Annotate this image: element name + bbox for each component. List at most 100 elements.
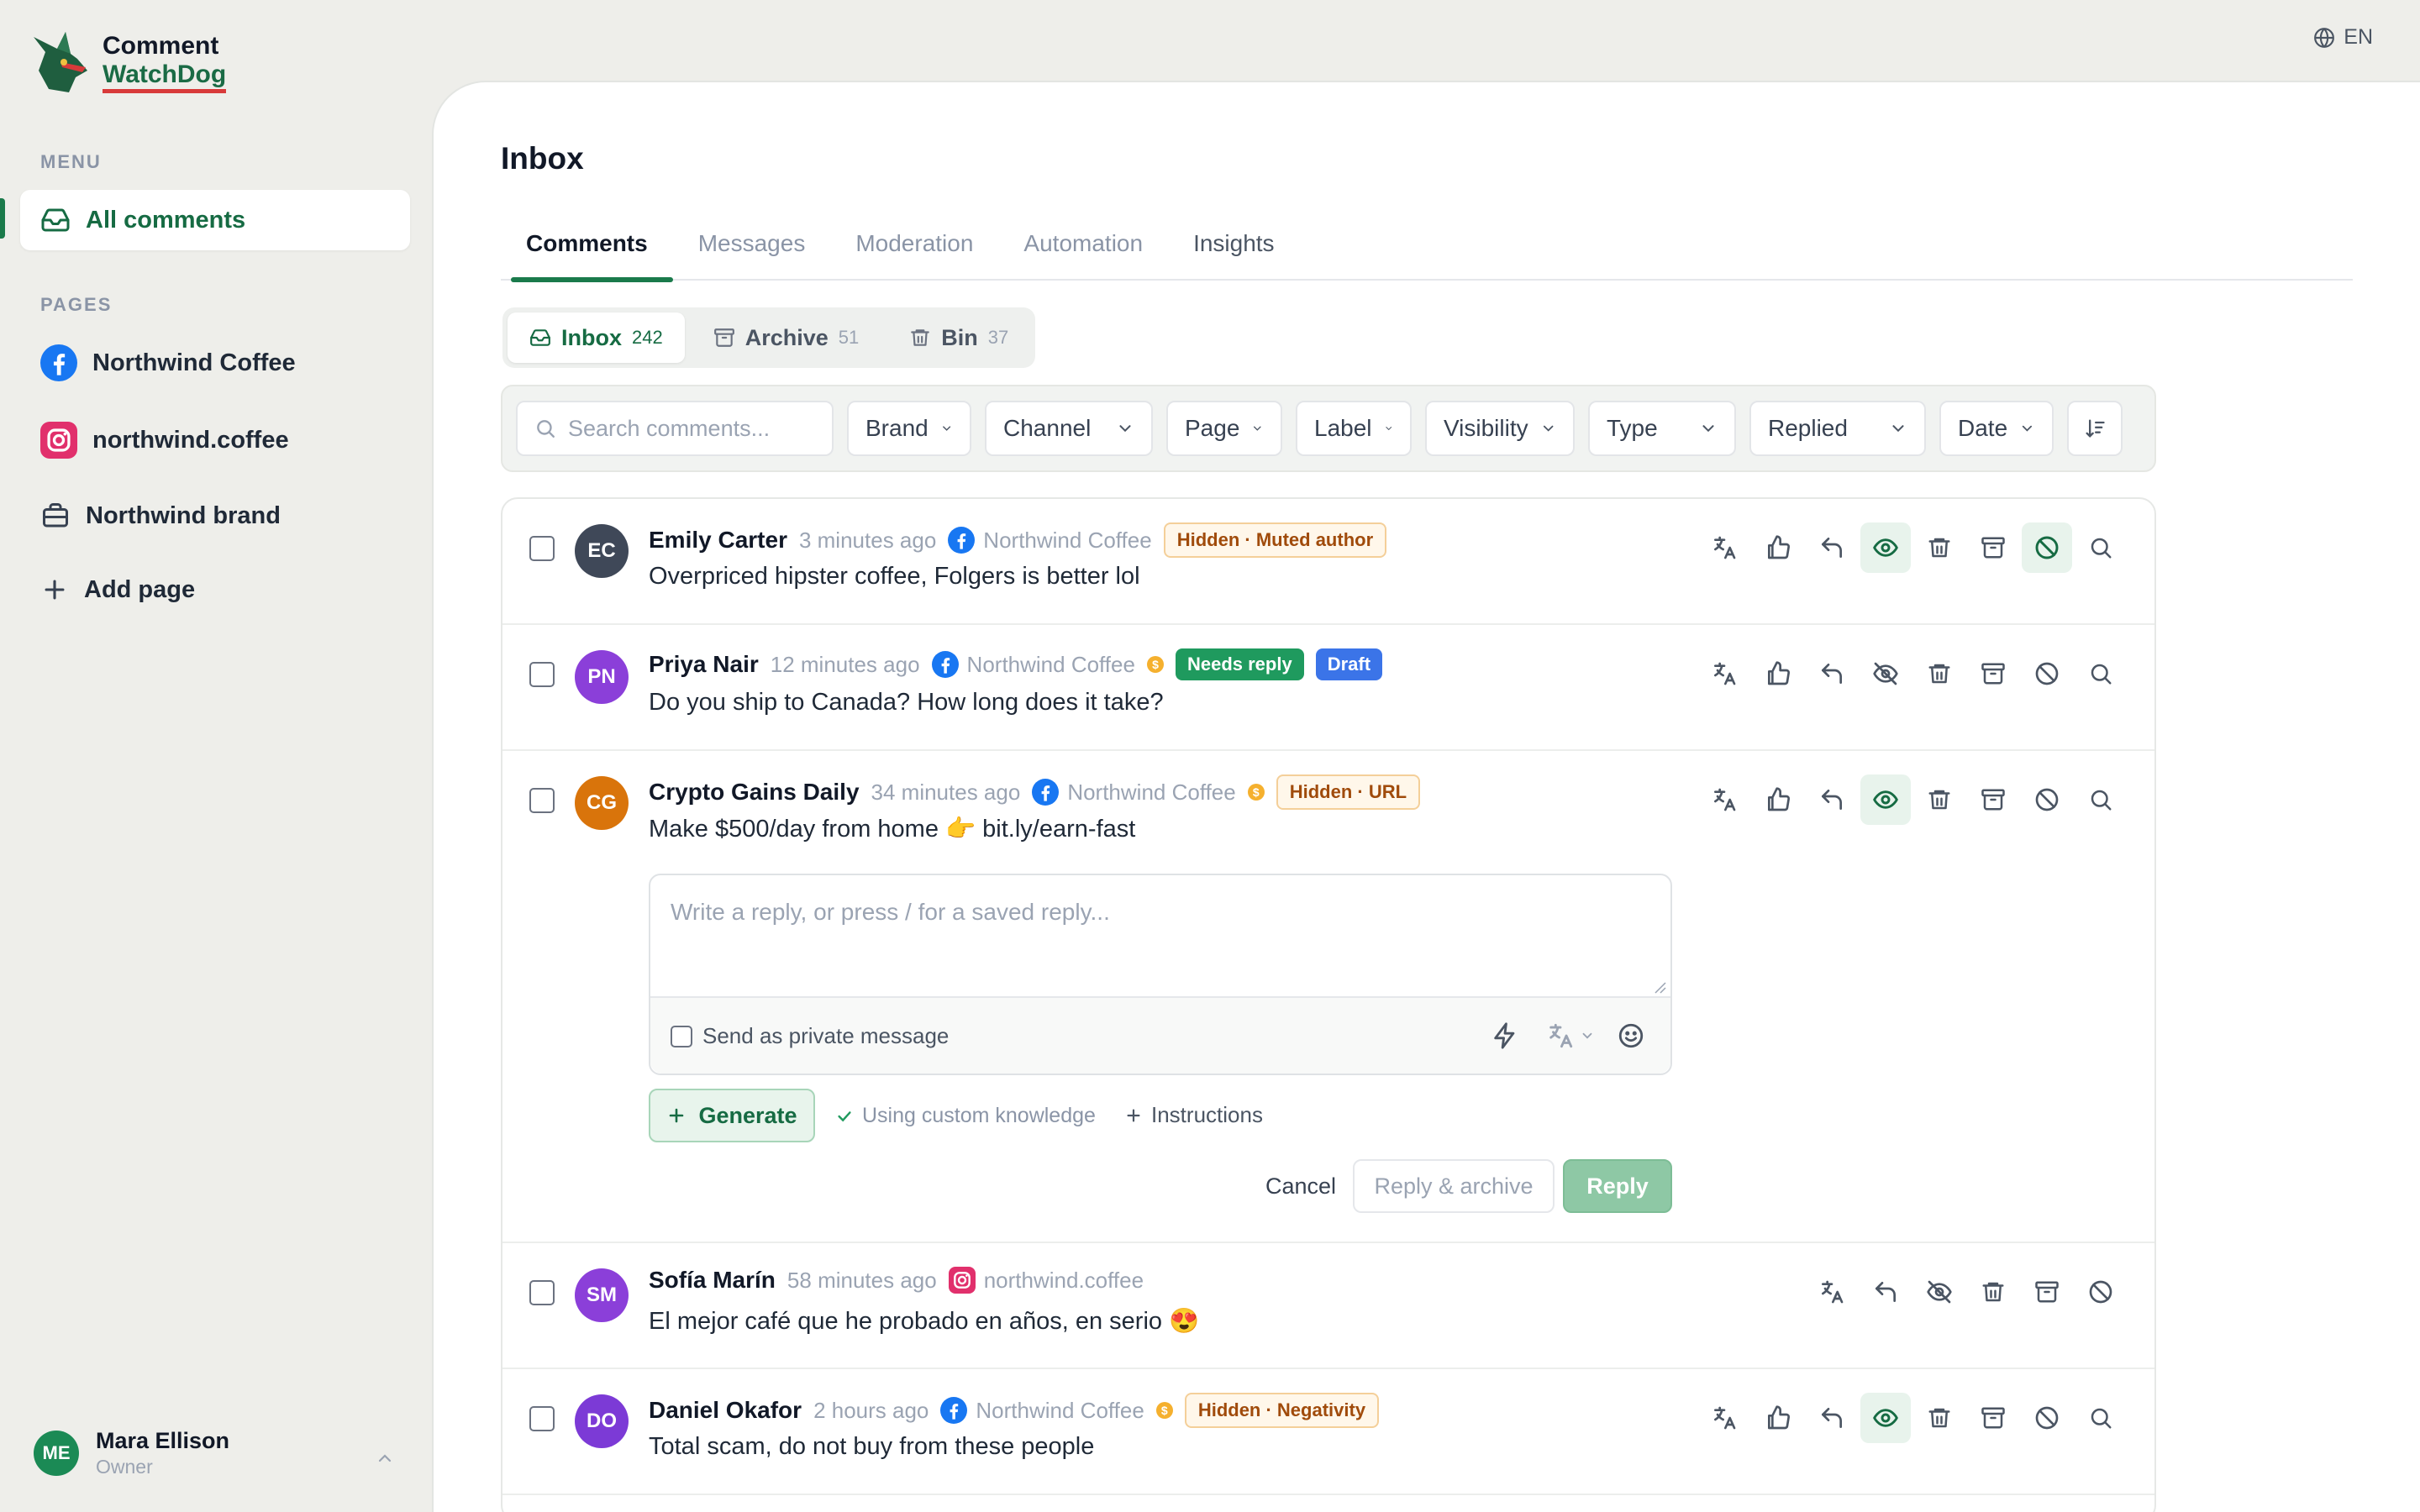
comment-page[interactable]: Northwind Coffee (1032, 779, 1236, 806)
reply-button[interactable] (1860, 1267, 1911, 1317)
hide-button[interactable] (1860, 648, 1911, 699)
filter-type[interactable]: Type (1588, 401, 1736, 456)
tab-messages[interactable]: Messages (673, 217, 831, 281)
language-switcher[interactable]: EN (2313, 25, 2373, 50)
inspect-button[interactable] (2075, 522, 2126, 573)
segment-archive[interactable]: Archive 51 (692, 312, 881, 363)
reply-button[interactable] (1807, 522, 1857, 573)
user-role: Owner (96, 1456, 153, 1478)
filter-replied[interactable]: Replied (1749, 401, 1926, 456)
translate-button[interactable] (1699, 648, 1749, 699)
translate-button[interactable] (1699, 522, 1749, 573)
translate-button[interactable] (1699, 1393, 1749, 1443)
emoji-icon[interactable] (1617, 1021, 1645, 1050)
instructions-button[interactable]: Instructions (1124, 1102, 1263, 1128)
reply-composer[interactable]: Write a reply, or press / for a saved re… (649, 874, 1672, 1075)
inspect-button[interactable] (2075, 1393, 2126, 1443)
delete-button[interactable] (1914, 648, 1965, 699)
like-button[interactable] (1753, 774, 1803, 825)
inspect-button[interactable] (2075, 774, 2126, 825)
translate-button[interactable] (1807, 1267, 1857, 1317)
app-logo[interactable]: Comment WatchDog (27, 29, 227, 96)
comment-author[interactable]: Priya Nair (649, 651, 759, 678)
cancel-button[interactable]: Cancel (1242, 1159, 1360, 1213)
filter-visibility[interactable]: Visibility (1425, 401, 1575, 456)
reply-submit-button[interactable]: Reply (1563, 1159, 1672, 1213)
comment-author[interactable]: Crypto Gains Daily (649, 779, 860, 806)
reply-button[interactable] (1807, 774, 1857, 825)
hide-button[interactable] (1914, 1267, 1965, 1317)
unhide-button[interactable] (1860, 1393, 1911, 1443)
segment-bin[interactable]: Bin 37 (887, 312, 1030, 363)
select-checkbox[interactable] (529, 662, 555, 687)
tab-automation[interactable]: Automation (998, 217, 1168, 281)
select-checkbox[interactable] (529, 1280, 555, 1305)
reply-archive-button[interactable]: Reply & archive (1353, 1159, 1555, 1213)
trash-icon (911, 329, 930, 346)
block-button[interactable] (2075, 1267, 2126, 1317)
tab-insights[interactable]: Insights (1168, 217, 1300, 281)
reply-button[interactable] (1807, 1393, 1857, 1443)
comment-page[interactable]: Northwind Coffee (931, 651, 1135, 678)
archive-button[interactable] (2022, 1267, 2072, 1317)
filter-page[interactable]: Page (1166, 401, 1282, 456)
like-button[interactable] (1753, 522, 1803, 573)
translate-dropdown[interactable] (1546, 1021, 1595, 1050)
archive-button[interactable] (1968, 522, 2018, 573)
tab-moderation[interactable]: Moderation (830, 217, 998, 281)
user-menu[interactable]: ME Mara Ellison Owner (34, 1428, 229, 1478)
like-button[interactable] (1753, 1393, 1803, 1443)
user-name: Mara Ellison (96, 1428, 230, 1453)
archive-button[interactable] (1968, 648, 2018, 699)
block-button[interactable] (2022, 648, 2072, 699)
comment-author[interactable]: Sofía Marín (649, 1267, 776, 1294)
unhide-button[interactable] (1860, 774, 1911, 825)
tab-comments[interactable]: Comments (501, 217, 673, 282)
unhide-button[interactable] (1860, 522, 1911, 573)
facebook-icon (1032, 779, 1060, 806)
private-message-checkbox[interactable] (671, 1025, 692, 1047)
globe-icon (2314, 27, 2335, 48)
comment-page[interactable]: Northwind Coffee (940, 1397, 1144, 1424)
archive-button[interactable] (1968, 774, 2018, 825)
lightning-icon[interactable] (1491, 1021, 1519, 1050)
select-checkbox[interactable] (529, 536, 555, 561)
filter-brand[interactable]: Brand (847, 401, 971, 456)
chevron-up-icon[interactable] (375, 1448, 395, 1468)
filter-date[interactable]: Date (1939, 401, 2054, 456)
comment-page[interactable]: Northwind Coffee (948, 527, 1152, 554)
archive-button[interactable] (1968, 1393, 2018, 1443)
translate-button[interactable] (1699, 774, 1749, 825)
block-button[interactable] (2022, 522, 2072, 573)
comment-page[interactable]: northwind.coffee (948, 1267, 1144, 1294)
knowledge-indicator: Using custom knowledge (835, 1104, 1096, 1128)
select-checkbox[interactable] (529, 788, 555, 813)
archive-icon (1981, 537, 2005, 559)
filter-channel[interactable]: Channel (985, 401, 1153, 456)
generate-button[interactable]: Generate (649, 1089, 815, 1142)
search-input[interactable]: Search comments... (516, 401, 834, 456)
sidebar-item-northwind-coffee[interactable]: Northwind Coffee (20, 333, 410, 393)
filter-label[interactable]: Label (1296, 401, 1412, 456)
delete-button[interactable] (1968, 1267, 2018, 1317)
comment-author[interactable]: Daniel Okafor (649, 1397, 802, 1424)
like-button[interactable] (1753, 648, 1803, 699)
delete-button[interactable] (1914, 1393, 1965, 1443)
resize-handle-icon[interactable] (1652, 979, 1667, 995)
delete-button[interactable] (1914, 774, 1965, 825)
sidebar-item-northwind-brand[interactable]: Northwind brand (20, 486, 410, 546)
comment-actions (1699, 1393, 2126, 1443)
private-message-toggle[interactable]: Send as private message (671, 1023, 949, 1049)
select-checkbox[interactable] (529, 1406, 555, 1431)
block-button[interactable] (2022, 1393, 2072, 1443)
sort-button[interactable] (2067, 401, 2123, 456)
sidebar-item-all-comments[interactable]: All comments (20, 190, 410, 250)
reply-button[interactable] (1807, 648, 1857, 699)
add-page-button[interactable]: Add page (20, 559, 410, 620)
segment-inbox[interactable]: Inbox 242 (508, 312, 685, 363)
delete-button[interactable] (1914, 522, 1965, 573)
comment-author[interactable]: Emily Carter (649, 527, 787, 554)
block-button[interactable] (2022, 774, 2072, 825)
inspect-button[interactable] (2075, 648, 2126, 699)
sidebar-item-northwind-instagram[interactable]: northwind.coffee (20, 410, 410, 470)
